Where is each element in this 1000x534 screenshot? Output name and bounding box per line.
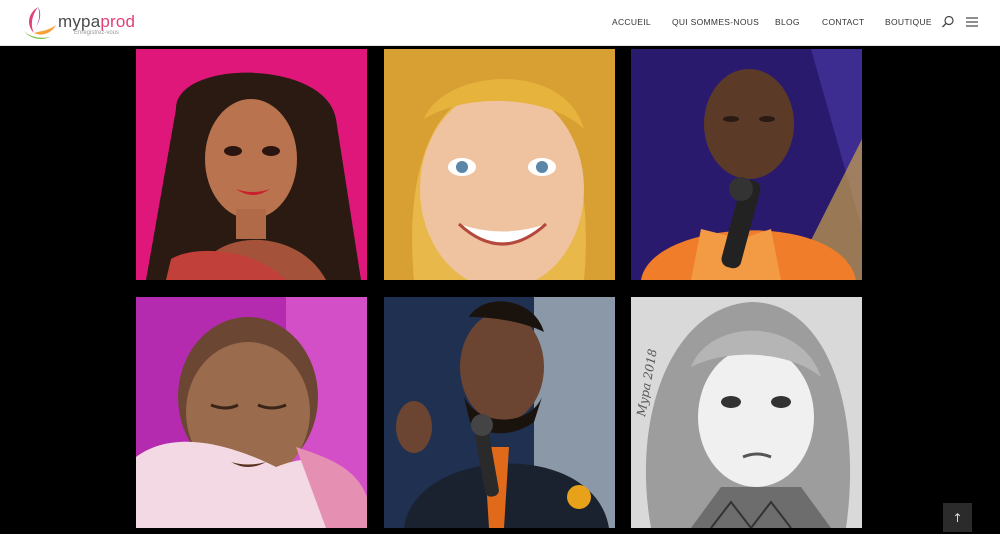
gallery-tile-baby[interactable]	[136, 297, 367, 528]
arrow-up-icon: ↑	[952, 510, 963, 525]
gallery-tile-blonde-woman[interactable]	[384, 49, 615, 280]
logo-wordmark: mypaprod	[58, 12, 135, 32]
nav-item-qui-sommes-nous[interactable]: QUI SOMMES-NOUS	[672, 17, 759, 27]
gallery-tile-child-sketch[interactable]: Mypa 2018	[631, 297, 862, 528]
nav-item-contact[interactable]: CONTACT	[822, 17, 865, 27]
portrait-blonde-woman-image	[384, 49, 615, 280]
gallery-tile-woman-braids[interactable]	[136, 49, 367, 280]
portrait-baby-image	[136, 297, 367, 528]
search-icon[interactable]	[940, 14, 956, 30]
logo-mark-icon	[24, 7, 56, 39]
gallery-tile-man-singing[interactable]	[631, 49, 862, 280]
nav-item-accueil[interactable]: ACCUEIL	[612, 17, 651, 27]
nav-item-boutique[interactable]: BOUTIQUE	[885, 17, 932, 27]
logo-tagline: Enregistrez-vous	[74, 30, 120, 36]
portrait-man-microphone-image	[384, 297, 615, 528]
site-header: mypaprod Enregistrez-vous ACCUEIL QUI SO…	[0, 0, 1000, 46]
nav-item-blog[interactable]: BLOG	[775, 17, 800, 27]
portrait-woman-braids-image	[136, 49, 367, 280]
logo-name-suffix: prod	[100, 12, 136, 31]
portrait-man-singing-image	[631, 49, 862, 280]
portrait-child-sketch-image: Mypa 2018	[631, 297, 862, 528]
logo-name-prefix: mypa	[58, 12, 101, 31]
scroll-to-top-button[interactable]: ↑	[943, 503, 972, 532]
site-logo[interactable]: mypaprod Enregistrez-vous	[18, 3, 138, 43]
hamburger-menu-icon[interactable]	[964, 14, 980, 30]
gallery-tile-man-microphone[interactable]	[384, 297, 615, 528]
